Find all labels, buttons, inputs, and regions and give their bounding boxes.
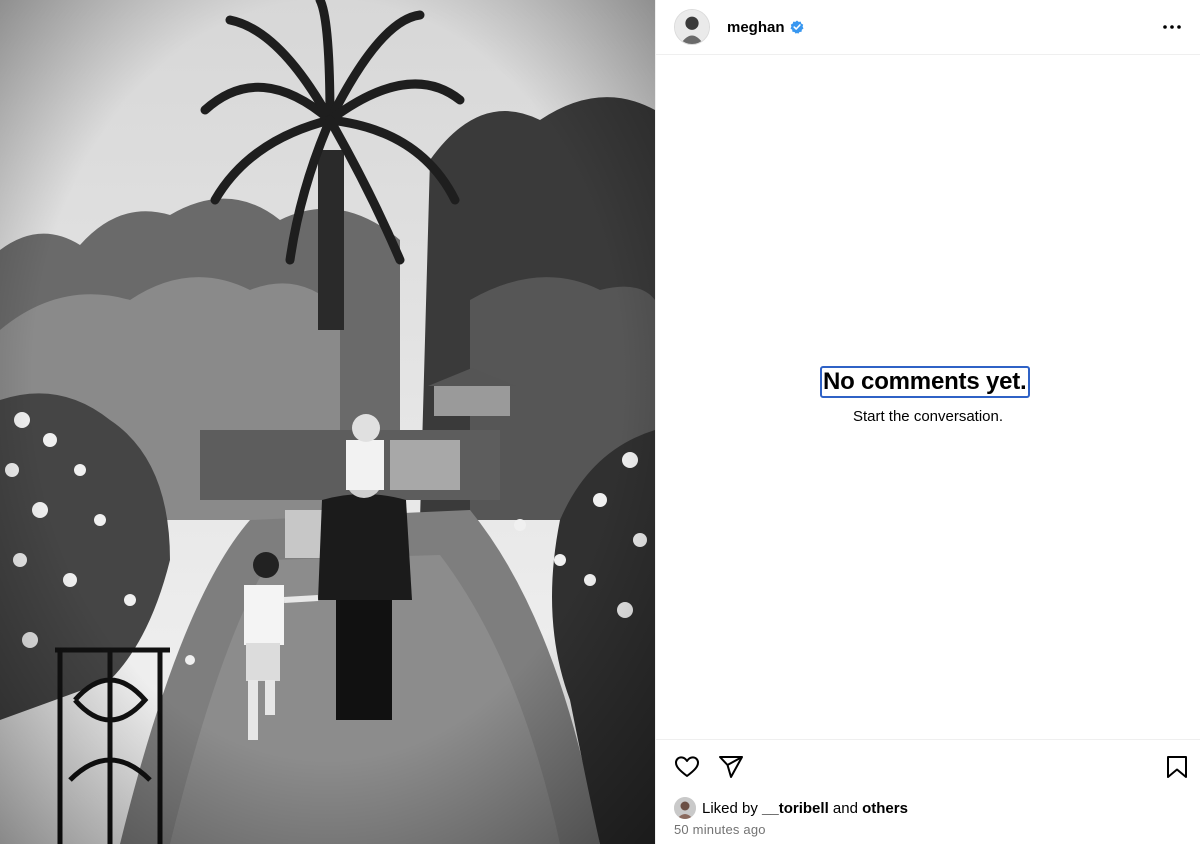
post-header: meghan (656, 0, 1200, 55)
post-timestamp[interactable]: 50 minutes ago (674, 822, 766, 837)
liker-username[interactable]: __toribell (762, 800, 829, 817)
likes-conjunction: and (832, 799, 858, 817)
author-username[interactable]: meghan (727, 19, 785, 36)
heart-icon[interactable] (674, 754, 700, 780)
post-panel: meghan No comments yet. Start the conver… (655, 0, 1200, 844)
no-comments-subtitle: Start the conversation. (852, 408, 1004, 425)
post-photo[interactable] (0, 0, 655, 844)
likes-summary: Liked by __toribell and others (674, 797, 1184, 819)
liker-avatar[interactable] (674, 797, 696, 819)
author-avatar[interactable] (674, 9, 710, 45)
bookmark-icon[interactable] (1164, 754, 1190, 780)
likes-others-link[interactable]: others (862, 800, 908, 817)
verified-badge-icon (790, 20, 804, 34)
comments-section: No comments yet. Start the conversation. (656, 56, 1200, 738)
action-bar (656, 739, 1200, 794)
post-photo-image (0, 0, 655, 844)
no-comments-heading: No comments yet. (820, 366, 1030, 398)
paper-plane-icon[interactable] (718, 754, 744, 780)
more-options-icon[interactable] (1160, 15, 1184, 39)
likes-prefix: Liked by (702, 799, 758, 817)
